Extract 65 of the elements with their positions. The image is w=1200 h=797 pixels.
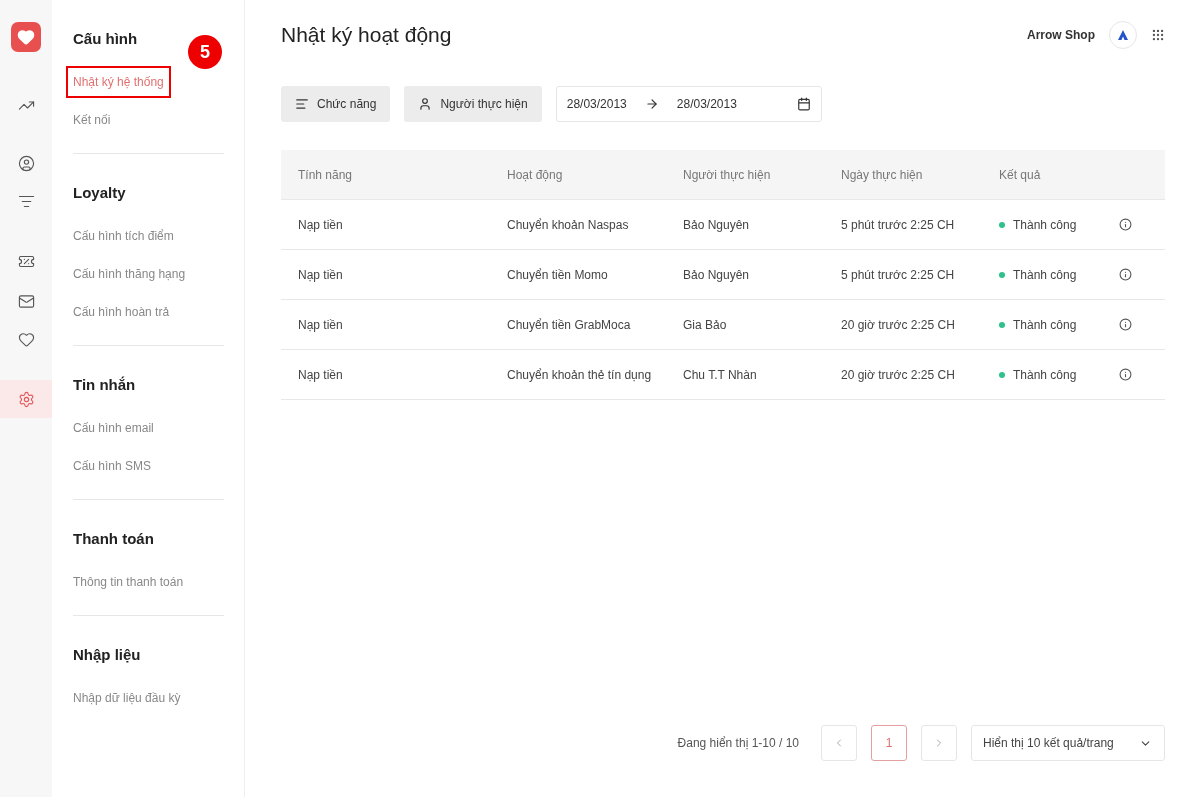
lines-icon bbox=[295, 97, 309, 111]
table-cell-text: Nạp tiền bbox=[298, 317, 344, 332]
table-cell-text: 20 giờ trước 2:25 CH bbox=[841, 367, 956, 382]
menu-item[interactable]: Thông tin thanh toán bbox=[66, 566, 191, 598]
table-cell-text: Bảo Nguyên bbox=[683, 267, 751, 282]
calendar-icon bbox=[796, 97, 811, 111]
menu-item[interactable]: Cấu hình thăng hạng bbox=[66, 258, 193, 290]
status-text: Thành công bbox=[1013, 267, 1077, 282]
menu-item[interactable]: Cấu hình tích điểm bbox=[66, 220, 181, 252]
table-cell-text: Nạp tiền bbox=[298, 367, 344, 382]
date-range-field[interactable]: 28/03/2013 28/03/2013 bbox=[555, 86, 822, 122]
section-title: Thanh toán bbox=[73, 530, 155, 547]
date-to: 28/03/2013 bbox=[676, 97, 738, 111]
nav-button[interactable] bbox=[0, 380, 52, 418]
column-header: Hoạt động bbox=[507, 167, 564, 182]
table-cell-text: Chuyển khoản Naspas bbox=[507, 217, 630, 232]
info-icon[interactable] bbox=[1119, 368, 1132, 381]
section-title: Cấu hình bbox=[73, 30, 139, 47]
menu-item[interactable]: Nhập dữ liệu đầu kỳ bbox=[66, 682, 188, 714]
date-from: 28/03/2013 bbox=[566, 97, 627, 111]
logo-icon[interactable] bbox=[11, 22, 41, 52]
table-cell-text: 20 giờ trước 2:25 CH bbox=[841, 317, 956, 332]
table-cell-text: Chuyển khoản thẻ tín dụng bbox=[507, 367, 653, 382]
section-title: Loyalty bbox=[73, 184, 127, 201]
info-icon[interactable] bbox=[1119, 268, 1132, 281]
page-title: Nhật ký hoạt động bbox=[281, 23, 453, 47]
page-button[interactable]: 1 bbox=[871, 725, 907, 761]
menu-item[interactable]: Nhật ký hệ thống bbox=[66, 66, 171, 98]
table-cell-text: Nạp tiền bbox=[298, 267, 344, 282]
table-cell-text: Chu T.T Nhàn bbox=[683, 367, 758, 382]
menu-item[interactable]: Cấu hình hoàn trả bbox=[66, 296, 177, 328]
menu-item[interactable]: Cấu hình SMS bbox=[66, 450, 159, 482]
table-cell-text: Nạp tiền bbox=[298, 217, 344, 232]
mail-icon bbox=[17, 292, 35, 310]
info-icon[interactable] bbox=[1119, 218, 1132, 231]
status-text: Thành công bbox=[1013, 367, 1077, 382]
table-cell-text: Chuyển tiền Momo bbox=[507, 267, 609, 282]
table-cell-text: 5 phút trước 2:25 CH bbox=[841, 267, 956, 282]
apps-grid-icon[interactable] bbox=[1151, 28, 1165, 42]
results-summary: Đang hiển thị 1-10 / 10 bbox=[677, 736, 799, 750]
user-icon bbox=[17, 154, 35, 172]
table-cell-text: Gia Bảo bbox=[683, 317, 728, 332]
column-header: Tính năng bbox=[298, 167, 354, 182]
column-header: Người thực hiện bbox=[683, 167, 772, 182]
info-icon[interactable] bbox=[1119, 318, 1132, 331]
shop-name: Arrow Shop bbox=[1027, 28, 1095, 42]
table-cell-text: 5 phút trước 2:25 CH bbox=[841, 217, 956, 232]
page-size-select[interactable]: Hiển thị 10 kết quả/trang bbox=[971, 725, 1165, 761]
status-text: Thành công bbox=[1013, 317, 1077, 332]
table-cell-text: Bảo Nguyên bbox=[683, 217, 751, 232]
column-header: Ngày thực hiện bbox=[841, 167, 924, 182]
status-text: Thành công bbox=[1013, 217, 1077, 232]
table-cell-text: Chuyển tiền GrabMoca bbox=[507, 317, 632, 332]
heart-icon bbox=[17, 330, 35, 348]
section-title: Nhập liệu bbox=[73, 646, 142, 663]
section-title: Tin nhắn bbox=[73, 376, 137, 393]
logo-icon bbox=[1118, 30, 1128, 40]
settings-icon bbox=[17, 390, 35, 408]
filter-button[interactable]: Chức năng bbox=[281, 86, 391, 122]
menu-item[interactable]: Kết nối bbox=[66, 104, 118, 136]
person-icon bbox=[418, 97, 433, 111]
column-header: Kết quả bbox=[999, 167, 1042, 182]
filter-button[interactable]: Người thực hiện bbox=[404, 86, 542, 122]
menu-item[interactable]: Cấu hình email bbox=[66, 412, 161, 444]
callout-badge: 5 bbox=[188, 35, 222, 69]
